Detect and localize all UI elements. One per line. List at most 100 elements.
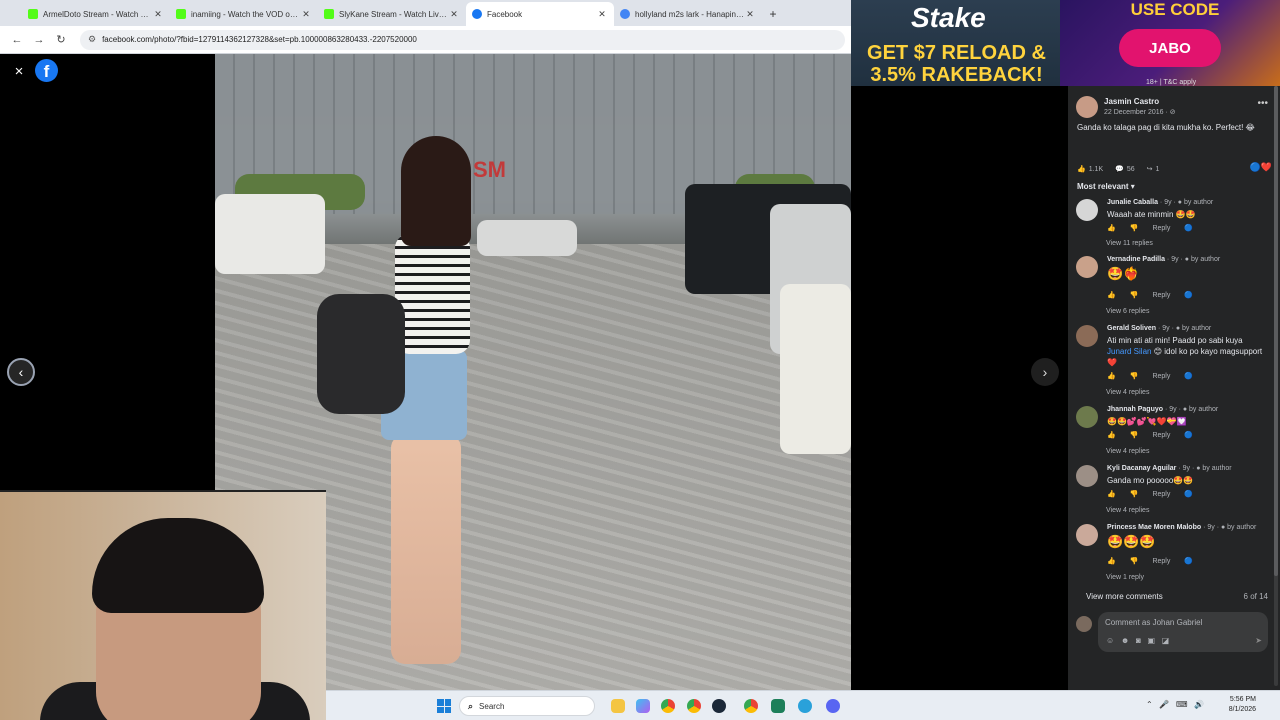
close-tab-icon[interactable]: ✕	[744, 9, 756, 20]
taskbar-clock[interactable]: 5:56 PM 8/1/2026	[1216, 695, 1256, 715]
close-tab-icon[interactable]: ✕	[448, 9, 460, 20]
reaction-icons[interactable]: 🔵❤️	[1250, 162, 1272, 173]
copilot-icon[interactable]	[636, 699, 650, 713]
camera-icon[interactable]: ◙	[1136, 636, 1141, 645]
reaction-icon: 🔵	[1184, 373, 1194, 380]
site-info-icon[interactable]: ⚙	[88, 34, 96, 45]
steam-icon[interactable]	[712, 699, 726, 713]
commenter-name[interactable]: Princess Mae Moren Malobo · 9y · ● by au…	[1107, 524, 1256, 531]
tab-armeldoto[interactable]: ArmelDoto Stream - Watch Live ✕	[22, 2, 170, 26]
commenter-avatar[interactable]	[1076, 465, 1098, 487]
share-count[interactable]: 1	[1156, 166, 1160, 173]
commenter-name[interactable]: Gerald Soliven · 9y · ● by author	[1107, 325, 1211, 332]
dislike-icon[interactable]: 👎	[1130, 431, 1139, 439]
close-tab-icon[interactable]: ✕	[596, 9, 608, 20]
dislike-icon[interactable]: 👎	[1130, 224, 1139, 232]
post-date[interactable]: 22 December 2016 · ⊘	[1104, 108, 1176, 116]
taskbar-search-box[interactable]: ⌕ Search	[459, 696, 595, 716]
commenter-avatar[interactable]	[1076, 199, 1098, 221]
ad-promo-code[interactable]: JABO	[1119, 29, 1221, 67]
emoji-icon[interactable]: ☻	[1121, 636, 1129, 645]
dislike-icon[interactable]: 👎	[1130, 372, 1139, 380]
photo-person-backpack	[317, 294, 405, 414]
chrome-icon[interactable]	[744, 699, 758, 713]
url-input[interactable]: ⚙ facebook.com/photo/?fbid=1279114362127…	[80, 29, 845, 50]
windows-start-icon[interactable]	[437, 699, 451, 713]
view-more-comments-link[interactable]: View more comments	[1086, 592, 1163, 601]
sticker-icon[interactable]: ◪	[1162, 636, 1170, 645]
commenter-avatar[interactable]	[1076, 524, 1098, 546]
reply-button[interactable]: Reply	[1152, 491, 1170, 498]
mention-link[interactable]: Junard Silan	[1107, 347, 1151, 356]
tab-google-search[interactable]: hollyland m2s lark - Hanapin sa ✕	[614, 2, 762, 26]
more-options-icon[interactable]: •••	[1257, 98, 1268, 109]
view-replies-link[interactable]: View 4 replies	[1106, 507, 1149, 514]
like-icon[interactable]: 👍	[1107, 431, 1116, 439]
comment-count[interactable]: 56	[1127, 166, 1135, 173]
back-icon[interactable]: ←	[6, 34, 28, 46]
commenter-name[interactable]: Vernadine Padilla · 9y · ● by author	[1107, 256, 1220, 263]
panel-scrollbar[interactable]	[1274, 86, 1278, 686]
like-count[interactable]: 1.1K	[1089, 166, 1103, 173]
clock-date: 8/1/2026	[1228, 706, 1256, 713]
reply-button[interactable]: Reply	[1152, 292, 1170, 299]
like-icon[interactable]: 👍	[1107, 372, 1116, 380]
scrollbar-thumb[interactable]	[1274, 86, 1278, 576]
comment-icon[interactable]: 💬	[1115, 165, 1124, 173]
close-tab-icon[interactable]: ✕	[152, 9, 164, 20]
view-replies-link[interactable]: View 6 replies	[1106, 308, 1149, 315]
view-replies-link[interactable]: View 11 replies	[1106, 240, 1153, 247]
new-tab-button[interactable]: +	[762, 2, 784, 26]
reply-button[interactable]: Reply	[1152, 225, 1170, 232]
close-tab-icon[interactable]: ✕	[300, 9, 312, 20]
ad-banner[interactable]: Stake GET $7 RELOAD & 3.5% RAKEBACK! USE…	[851, 0, 1280, 86]
send-icon[interactable]: ➤	[1255, 636, 1262, 645]
next-photo-button[interactable]: ›	[1031, 358, 1059, 386]
system-tray[interactable]: ⌃ 🎤 ⌨ 🔊	[1146, 700, 1204, 709]
like-icon[interactable]: 👍	[1107, 291, 1116, 299]
chrome-icon[interactable]	[687, 699, 701, 713]
dislike-icon[interactable]: 👎	[1130, 490, 1139, 498]
close-icon[interactable]: ×	[8, 60, 30, 82]
commenter-avatar[interactable]	[1076, 256, 1098, 278]
commenter-name[interactable]: Jhannah Paguyo · 9y · ● by author	[1107, 406, 1218, 413]
author-avatar[interactable]	[1076, 96, 1098, 118]
tab-facebook[interactable]: Facebook ✕	[466, 2, 614, 26]
reload-icon[interactable]: ↻	[50, 33, 72, 46]
comment-item: Kyli Dacanay Aguilar · 9y · ● by author …	[1076, 465, 1272, 515]
like-icon[interactable]: 👍	[1077, 165, 1086, 173]
like-icon[interactable]: 👍	[1107, 557, 1116, 565]
file-explorer-icon[interactable]	[611, 699, 625, 713]
tab-slykane[interactable]: SlyKane Stream - Watch Live on ✕	[318, 2, 466, 26]
share-icon[interactable]: ↪	[1147, 165, 1153, 173]
chrome-icon[interactable]	[661, 699, 675, 713]
reply-button[interactable]: Reply	[1152, 432, 1170, 439]
telegram-icon[interactable]	[798, 699, 812, 713]
view-replies-link[interactable]: View 1 reply	[1106, 574, 1144, 581]
comment-actions: 👍 👎 Reply 🔵	[1107, 557, 1207, 566]
avatar-sticker-icon[interactable]: ☺	[1106, 636, 1114, 645]
view-replies-link[interactable]: View 4 replies	[1106, 389, 1149, 396]
post-author-name[interactable]: Jasmin Castro	[1104, 97, 1159, 106]
commenter-avatar[interactable]	[1076, 325, 1098, 347]
commenter-name[interactable]: Kyli Dacanay Aguilar · 9y · ● by author	[1107, 465, 1232, 472]
app-icon[interactable]	[771, 699, 785, 713]
previous-photo-button[interactable]: ‹	[7, 358, 35, 386]
dislike-icon[interactable]: 👎	[1130, 557, 1139, 565]
commenter-name[interactable]: Junalie Caballa · 9y · ● by author	[1107, 199, 1213, 206]
view-replies-link[interactable]: View 4 replies	[1106, 448, 1149, 455]
dislike-icon[interactable]: 👎	[1130, 291, 1139, 299]
commenter-avatar[interactable]	[1076, 406, 1098, 428]
like-icon[interactable]: 👍	[1107, 490, 1116, 498]
reply-button[interactable]: Reply	[1152, 558, 1170, 565]
discord-icon[interactable]	[826, 699, 840, 713]
reply-button[interactable]: Reply	[1152, 373, 1170, 380]
forward-icon[interactable]: →	[28, 34, 50, 46]
comment-sort-dropdown[interactable]: Most relevant ▾	[1077, 182, 1135, 191]
like-icon[interactable]: 👍	[1107, 224, 1116, 232]
ad-headline: GET $7 RELOAD & 3.5% RAKEBACK!	[867, 42, 1046, 86]
composer-tools: ☺ ☻ ◙ ▣ ◪	[1106, 636, 1169, 645]
gif-icon[interactable]: ▣	[1147, 636, 1155, 645]
tab-inamiing[interactable]: inamiing - Watch the VOD on K ✕	[170, 2, 318, 26]
facebook-logo[interactable]: f	[35, 59, 58, 82]
